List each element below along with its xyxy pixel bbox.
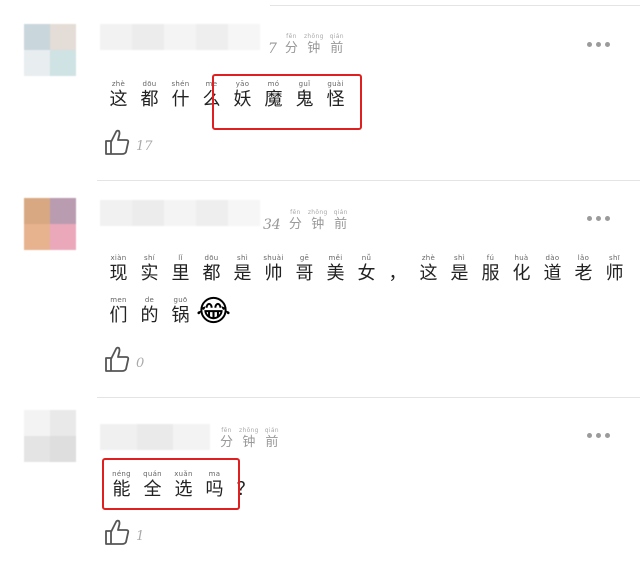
- username[interactable]: [100, 24, 260, 50]
- comment-char: měi 美: [326, 254, 345, 284]
- comment-char: gē 哥: [295, 254, 314, 284]
- username[interactable]: [100, 424, 211, 450]
- timestamp-char: zhōng 钟: [307, 209, 328, 232]
- like-button[interactable]: 0: [104, 345, 144, 373]
- comment-char: shuài 帅: [263, 254, 284, 284]
- comment-char: guō 锅: [171, 296, 190, 326]
- thumbs-up-icon: [105, 519, 130, 545]
- timestamp-char: zhōng 钟: [303, 33, 324, 56]
- comment-char: shén 什: [171, 80, 190, 110]
- timestamp-number: 7: [268, 41, 277, 57]
- comment-char: dào 道: [543, 254, 562, 284]
- more-options-button[interactable]: [587, 42, 610, 47]
- comment-char: huà 化: [512, 254, 531, 284]
- avatar[interactable]: [24, 410, 76, 462]
- like-count: 17: [136, 139, 153, 154]
- timestamp-char: qián 前: [329, 33, 344, 56]
- comment-char: dōu 都: [140, 80, 159, 110]
- timestamp-char: fēn 分: [288, 209, 302, 232]
- comment-char: fú 服: [481, 254, 500, 284]
- comment-char: dōu 都: [202, 254, 221, 284]
- like-count: 1: [136, 529, 145, 544]
- timestamp: 34 fēn 分 zhōng 钟 qián 前: [263, 208, 348, 233]
- timestamp-char: fēn 分: [284, 33, 298, 56]
- comment-char: shī 师: [605, 254, 624, 284]
- comment-3: fēn 分 zhōng 钟 qián 前 néng 能 quán 全 xuǎn 选 ma 吗 …: [0, 398, 640, 569]
- timestamp-char: zhōng 钟: [239, 427, 259, 450]
- thumbs-up-icon: [105, 346, 130, 372]
- timestamp-char: qián 前: [264, 427, 279, 450]
- avatar[interactable]: [24, 24, 76, 76]
- highlight-box: [212, 74, 362, 130]
- comment-char: lǐ 里: [171, 254, 190, 284]
- like-button[interactable]: 17: [104, 128, 153, 156]
- divider: [270, 5, 640, 6]
- timestamp: fēn 分 zhōng 钟 qián 前: [212, 426, 279, 451]
- more-options-button[interactable]: [587, 216, 610, 221]
- comment-char: shì 是: [450, 254, 469, 284]
- comment-char: zhè 这: [109, 80, 128, 110]
- comment-char: nǚ 女: [357, 254, 376, 284]
- highlight-box: [102, 458, 240, 510]
- comment-2: 34 fēn 分 zhōng 钟 qián 前 xiàn 现 shí 实 lǐ 里 dōu 都…: [0, 181, 640, 397]
- comment-char: men 们: [109, 296, 128, 326]
- timestamp-number: 34: [263, 217, 281, 233]
- timestamp-char: qián 前: [333, 209, 348, 232]
- laughing-tears-emoji-icon: 😂: [196, 294, 232, 329]
- avatar[interactable]: [24, 198, 76, 250]
- comment-char: shì 是: [233, 254, 252, 284]
- timestamp-char: fēn 分: [220, 427, 234, 450]
- like-button[interactable]: 1: [104, 518, 144, 546]
- comment-text-line-2: men 们 de 的 guō 锅 😂: [103, 294, 232, 329]
- comment-char: ，: [388, 263, 407, 284]
- timestamp: 7 fēn 分 zhōng 钟 qián 前: [268, 32, 344, 57]
- thumbs-up-icon: [105, 129, 130, 155]
- comment-text-line-1: xiàn 现 shí 实 lǐ 里 dōu 都 shì 是 shuài 帅 gē 哥 měi 美…: [103, 254, 630, 285]
- comment-char: xiàn 现: [109, 254, 128, 284]
- comment-char: de 的: [140, 296, 159, 326]
- comment-char: zhè 这: [419, 254, 438, 284]
- comment-char: lǎo 老: [574, 254, 593, 284]
- comment-1: 7 fēn 分 zhōng 钟 qián 前 zhè 这 dōu 都 shén 什 me 么 …: [0, 0, 640, 180]
- more-options-button[interactable]: [587, 433, 610, 438]
- like-count: 0: [136, 356, 145, 371]
- username[interactable]: [100, 200, 260, 226]
- comment-char: shí 实: [140, 254, 159, 284]
